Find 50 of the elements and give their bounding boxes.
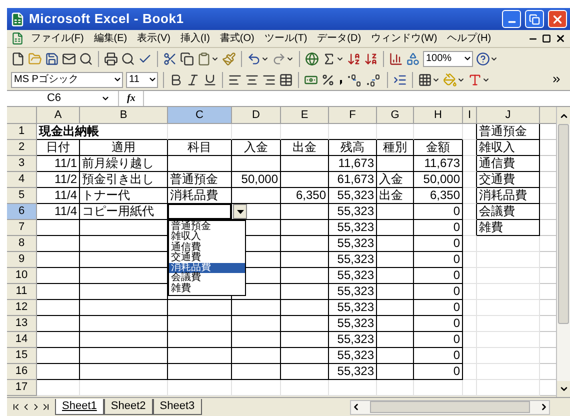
menu-item[interactable]: ウィンドウ(W)	[368, 31, 440, 46]
column-header[interactable]: G	[377, 107, 414, 124]
function-label[interactable]: fx	[119, 91, 144, 106]
menu-item[interactable]: 挿入(I)	[177, 31, 213, 46]
column-header[interactable]: C	[168, 107, 232, 124]
row-header[interactable]: 9	[7, 252, 37, 268]
row-header[interactable]: 6	[7, 204, 37, 220]
sheet-tab[interactable]: Sheet3	[152, 399, 202, 415]
column-header[interactable]: E	[281, 107, 329, 124]
row-header[interactable]: 8	[7, 236, 37, 252]
row-header[interactable]: 7	[7, 220, 37, 236]
name-box[interactable]: C6	[7, 91, 119, 106]
row-header[interactable]: 10	[7, 268, 37, 284]
menu-item[interactable]: ファイル(F)	[28, 31, 87, 46]
row-header[interactable]: 12	[7, 300, 37, 316]
menu-item[interactable]: ツール(T)	[261, 31, 310, 46]
dropdown-option[interactable]: 会議費	[169, 273, 245, 284]
dropdown-option[interactable]: 通信費	[169, 242, 245, 253]
row-header[interactable]: 3	[7, 156, 37, 172]
column-header[interactable]: D	[232, 107, 281, 124]
dropdown-option[interactable]: 雑収入	[169, 232, 245, 243]
menu-item[interactable]: 書式(O)	[216, 31, 258, 46]
font-field[interactable]: MS Pゴシック	[11, 72, 123, 88]
menu-item[interactable]: 編集(E)	[90, 31, 130, 46]
column-header[interactable]: J	[477, 107, 540, 124]
row-header[interactable]: 16	[7, 364, 37, 380]
column-header[interactable]: I	[463, 107, 477, 124]
row-header[interactable]: 4	[7, 172, 37, 188]
row-header[interactable]: 11	[7, 284, 37, 300]
row-header[interactable]: 13	[7, 316, 37, 332]
menu-item[interactable]: データ(D)	[314, 31, 364, 46]
menu-item[interactable]: ヘルプ(H)	[444, 31, 494, 46]
zoom-field[interactable]: 100%	[423, 50, 473, 66]
window-title: Microsoft Excel - Book1	[29, 10, 184, 28]
column-header[interactable]: F	[329, 107, 377, 124]
row-header[interactable]: 1	[7, 124, 37, 140]
column-header[interactable]: B	[80, 107, 168, 124]
row-header[interactable]: 15	[7, 348, 37, 364]
dropdown-option[interactable]: 雑費	[169, 284, 245, 294]
menu-item[interactable]: 表示(V)	[134, 31, 174, 46]
sheet-tab[interactable]: Sheet2	[104, 399, 153, 415]
font-size-field[interactable]: 11	[126, 72, 158, 88]
column-header[interactable]: A	[37, 107, 80, 124]
dropdown-option[interactable]: 交通費	[169, 252, 245, 264]
row-header[interactable]: 14	[7, 332, 37, 348]
column-header[interactable]: H	[414, 107, 463, 124]
row-header[interactable]: 5	[7, 188, 37, 204]
sheet-tab[interactable]: Sheet1	[55, 399, 104, 415]
row-header[interactable]: 2	[7, 140, 37, 156]
row-header[interactable]: 17	[7, 380, 37, 396]
